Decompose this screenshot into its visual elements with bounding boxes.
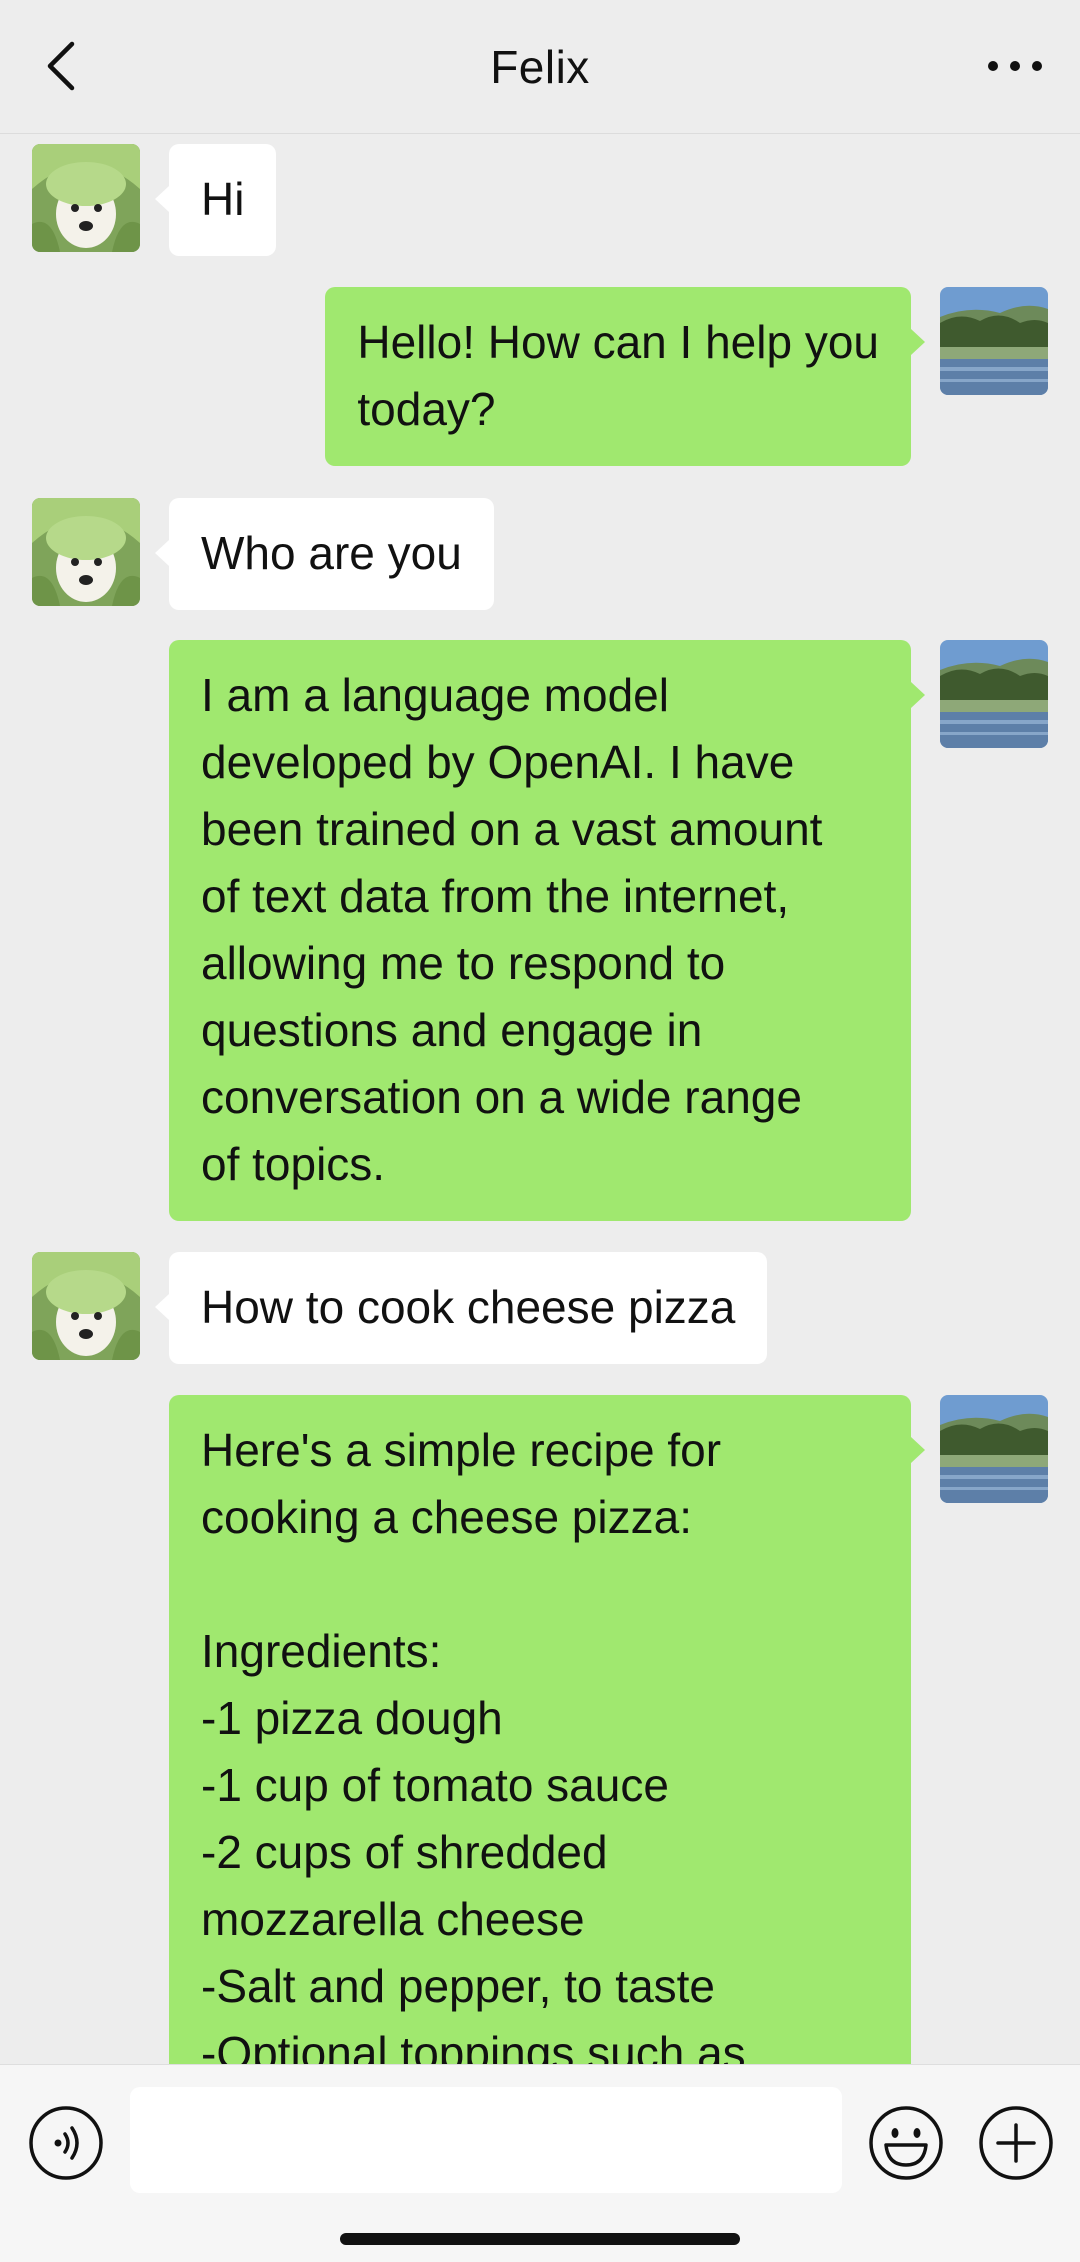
message-list[interactable]: Hi Hello! How can I help you today? Who … — [0, 134, 1080, 2064]
lake-avatar-image — [940, 640, 1048, 748]
incoming-message-bubble[interactable]: How to cook cheese pizza — [154, 1252, 768, 1364]
dog-avatar-image — [32, 144, 140, 252]
home-indicator — [340, 2233, 740, 2245]
plus-button[interactable] — [978, 2105, 1054, 2181]
voice-icon — [29, 2106, 103, 2180]
lake-avatar-image — [940, 1395, 1048, 1503]
emoji-button[interactable] — [868, 2105, 944, 2181]
chat-title: Felix — [490, 40, 590, 93]
chat-header: Felix — [0, 0, 1080, 134]
contact-avatar[interactable] — [32, 1252, 140, 1360]
incoming-message-bubble[interactable]: Hi — [154, 144, 277, 256]
contact-avatar[interactable] — [32, 144, 140, 252]
more-horizontal-icon — [988, 61, 1042, 71]
contact-avatar[interactable] — [32, 498, 140, 606]
outgoing-message-bubble[interactable]: I am a language model developed by OpenA… — [169, 640, 925, 1221]
user-avatar[interactable] — [940, 287, 1048, 395]
outgoing-message-bubble[interactable]: Here's a simple recipe for cooking a che… — [169, 1395, 925, 2064]
plus-icon — [979, 2106, 1053, 2180]
user-avatar[interactable] — [940, 640, 1048, 748]
dog-avatar-image — [32, 498, 140, 606]
user-avatar[interactable] — [940, 1395, 1048, 1503]
chat-screen: Felix Hi Hello! How can I help you today… — [0, 0, 1080, 2262]
more-button[interactable] — [980, 34, 1050, 98]
voice-button[interactable] — [28, 2105, 104, 2181]
outgoing-message-bubble[interactable]: Hello! How can I help you today? — [325, 287, 925, 466]
chevron-left-icon — [47, 41, 75, 91]
emoji-icon — [869, 2106, 943, 2180]
lake-avatar-image — [940, 287, 1048, 395]
incoming-message-bubble[interactable]: Who are you — [155, 498, 494, 610]
message-input[interactable] — [130, 2087, 842, 2193]
dog-avatar-image — [32, 1252, 140, 1360]
back-button[interactable] — [30, 34, 90, 98]
